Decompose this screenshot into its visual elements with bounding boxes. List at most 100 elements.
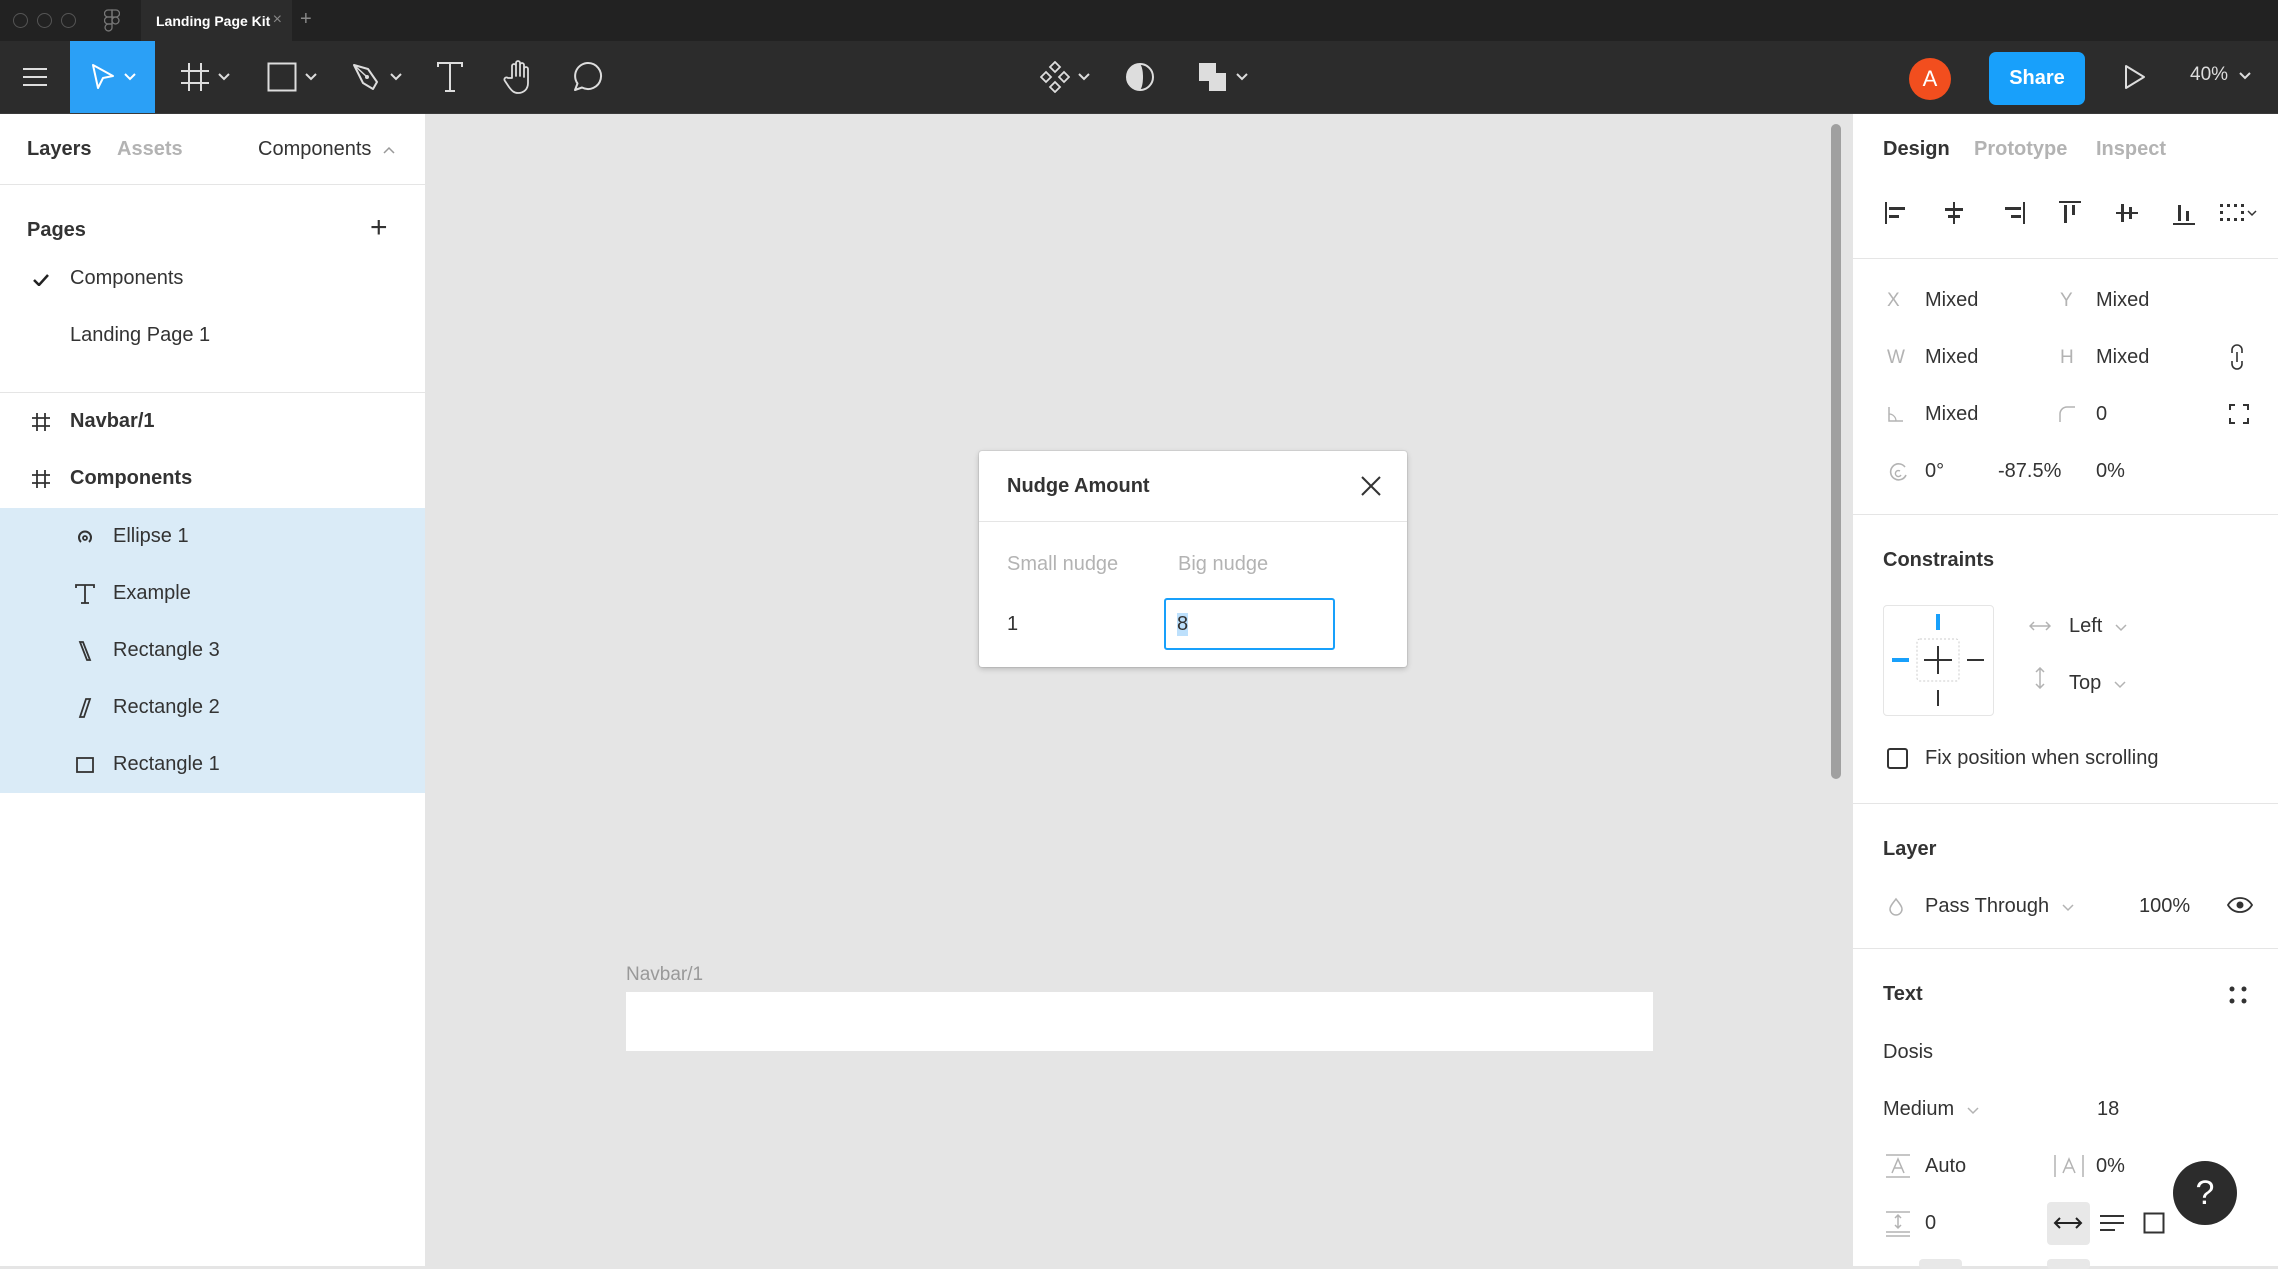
letter-spacing-input[interactable]: 0% [2096,1155,2125,1178]
new-tab-button[interactable]: + [300,8,312,31]
arc-ratio-input[interactable]: 0% [2096,460,2125,483]
layer-section: Layer Pass Through 100% [1853,804,2278,949]
boolean-tool-button[interactable] [1193,41,1253,113]
page-dropdown[interactable]: Components [258,138,395,161]
text-tool-button[interactable] [430,41,470,113]
mask-tool-button[interactable] [1120,41,1160,113]
eye-visibility-icon[interactable] [2227,896,2253,914]
tab-prototype[interactable]: Prototype [1974,138,2067,161]
text-option-button[interactable] [2047,1259,2090,1269]
arc-start-input[interactable]: 0° [1925,460,1944,483]
tab-assets[interactable]: Assets [117,138,183,161]
w-input[interactable]: Mixed [1925,346,1978,369]
h-input[interactable]: Mixed [2096,346,2149,369]
align-vertical-center-icon[interactable] [2112,198,2142,228]
small-nudge-input[interactable]: 1 [1007,613,1018,636]
components-tool-button[interactable] [1035,41,1095,113]
add-page-button[interactable]: + [370,211,388,245]
chevron-down-icon [2114,681,2126,688]
constraint-widget[interactable] [1883,605,1994,716]
align-bottom-icon[interactable] [2169,198,2199,228]
auto-width-arrows-icon [2053,1217,2083,1229]
main-menu-button[interactable] [0,41,70,113]
window-minimize-button[interactable] [37,13,52,28]
page-item-landing-page-1[interactable]: Landing Page 1 [70,324,210,347]
close-tab-icon[interactable]: × [273,11,282,29]
zoom-level-dropdown[interactable]: 40% [2190,64,2252,86]
properties-panel: Design Prototype Inspect X Mixed Y Mixed… [1852,114,2278,1269]
x-input[interactable]: Mixed [1925,289,1978,312]
pen-tool-button[interactable] [347,41,407,113]
font-weight-dropdown[interactable]: Medium [1883,1098,1979,1121]
half-circle-icon [1126,63,1154,91]
dialog-header: Nudge Amount [979,451,1407,522]
layer-row-navbar[interactable]: Navbar/1 [0,393,425,450]
fixed-size-icon[interactable] [2143,1212,2165,1234]
align-right-icon[interactable] [1998,198,2028,228]
share-button[interactable]: Share [1989,52,2085,105]
window-maximize-button[interactable] [61,13,76,28]
blend-mode-dropdown[interactable]: Pass Through [1925,895,2074,918]
font-family-dropdown[interactable]: Dosis [1883,1041,1933,1064]
user-avatar[interactable]: A [1909,58,1951,100]
fix-position-checkbox[interactable] [1887,748,1908,769]
move-tool-button[interactable] [70,41,155,113]
constrain-proportions-icon[interactable] [2228,343,2246,371]
document-tab[interactable]: Landing Page Kit × [141,0,292,41]
figma-logo-icon[interactable] [104,9,120,33]
frame-hash-icon [181,63,209,91]
rotation-angle-icon [1888,407,1903,422]
auto-height-icon[interactable] [2099,1213,2125,1233]
y-input[interactable]: Mixed [2096,289,2149,312]
align-top-icon[interactable] [2055,198,2085,228]
help-button[interactable]: ? [2173,1161,2237,1225]
horizontal-constraint-dropdown[interactable]: Left [2069,615,2127,638]
opacity-input[interactable]: 100% [2139,895,2190,918]
pen-nib-icon [353,64,378,90]
tab-inspect[interactable]: Inspect [2096,138,2166,161]
pages-title: Pages [27,219,86,241]
window-close-button[interactable] [13,13,28,28]
navbar-frame[interactable] [626,992,1653,1051]
layer-row-example[interactable]: Example [0,565,425,622]
tab-layers[interactable]: Layers [27,138,92,161]
font-size-input[interactable]: 18 [2097,1098,2119,1121]
arc-sweep-input[interactable]: -87.5% [1998,460,2061,483]
big-nudge-input[interactable]: 8 [1164,598,1335,650]
align-left-icon[interactable] [1882,198,1912,228]
layer-row-ellipse-1[interactable]: Ellipse 1 [0,508,425,565]
constraints-section: Constraints Left Top Fix position when s… [1853,515,2278,804]
rotation-input[interactable]: Mixed [1925,403,1978,426]
frame-label-navbar[interactable]: Navbar/1 [626,964,703,986]
distribute-tidy-icon[interactable] [2217,198,2259,228]
present-button[interactable] [2115,41,2155,113]
tab-design[interactable]: Design [1883,138,1950,161]
line-height-input[interactable]: Auto [1925,1155,1966,1178]
layer-row-components[interactable]: Components [0,450,425,507]
canvas-vertical-scrollbar[interactable] [1831,124,1841,779]
frame-tool-button[interactable] [175,41,235,113]
layer-row-rectangle-2[interactable]: Rectangle 2 [0,679,425,736]
x-label: X [1887,290,1900,311]
vertical-constraint-dropdown[interactable]: Top [2069,672,2126,695]
paragraph-spacing-input[interactable]: 0 [1925,1212,1936,1235]
hand-tool-button[interactable] [498,41,538,113]
corner-radius-input[interactable]: 0 [2096,403,2107,426]
big-nudge-label: Big nudge [1178,553,1269,575]
text-option-button[interactable] [1919,1259,1962,1269]
speech-bubble-icon [574,61,603,91]
cursor-arrow-icon [91,64,114,89]
auto-width-button[interactable] [2047,1202,2090,1245]
independent-corners-icon[interactable] [2228,403,2250,425]
layer-label: Rectangle 3 [113,639,220,661]
hamburger-icon [23,68,47,86]
layer-row-rectangle-1[interactable]: Rectangle 1 [0,736,425,793]
align-horizontal-center-icon[interactable] [1939,198,1969,228]
comment-tool-button[interactable] [568,41,608,113]
shape-tool-button[interactable] [262,41,322,113]
canvas[interactable]: Navbar/1 [426,114,1852,1266]
horizontal-constraint-value: Left [2069,615,2103,637]
close-icon[interactable] [1356,471,1386,501]
layer-row-rectangle-3[interactable]: Rectangle 3 [0,622,425,679]
text-styles-grid-icon[interactable] [2228,985,2248,1005]
